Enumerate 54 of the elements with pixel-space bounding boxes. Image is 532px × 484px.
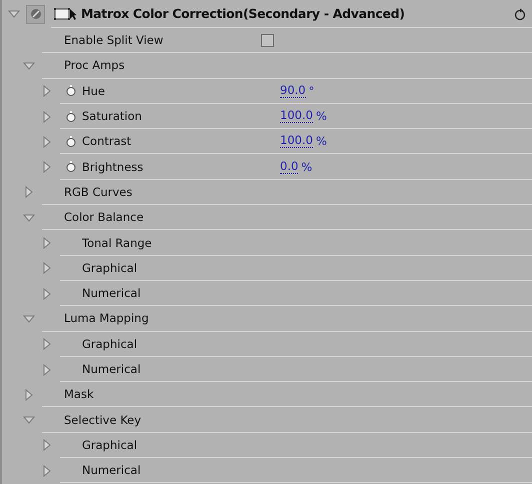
stopwatch-icon[interactable] <box>66 85 76 96</box>
expand-triangle-icon[interactable] <box>42 439 52 452</box>
expand-triangle-icon[interactable] <box>42 110 52 123</box>
unit-label: ° <box>308 84 314 98</box>
property-label: Selective Key <box>64 412 142 427</box>
property-label: Graphical <box>82 438 138 452</box>
collapse-triangle-icon[interactable] <box>23 212 35 223</box>
property-label: Enable Split View <box>64 33 164 48</box>
expand-triangle-icon[interactable] <box>42 338 52 350</box>
collapse-triangle-icon[interactable] <box>8 9 20 19</box>
expand-triangle-icon[interactable] <box>42 288 52 300</box>
property-label: Brightness <box>82 160 144 174</box>
collapse-triangle-icon[interactable] <box>23 314 35 324</box>
reset-icon[interactable] <box>513 6 527 20</box>
expand-triangle-icon[interactable] <box>42 237 52 250</box>
expand-triangle-icon[interactable] <box>42 262 52 274</box>
expand-triangle-icon[interactable] <box>24 388 34 401</box>
expand-triangle-icon[interactable] <box>42 136 52 148</box>
unit-label: % <box>316 109 327 124</box>
enable-checkbox[interactable] <box>261 34 274 47</box>
expand-triangle-icon[interactable] <box>42 85 52 98</box>
unit-label: % <box>316 134 327 148</box>
property-label: Graphical <box>82 260 138 275</box>
property-label: Saturation <box>82 109 143 124</box>
collapse-triangle-icon[interactable] <box>23 415 35 426</box>
stopwatch-icon[interactable] <box>66 161 76 172</box>
expand-triangle-icon[interactable] <box>24 186 34 198</box>
value-field[interactable]: 0.0 <box>280 160 298 174</box>
fx-toggle[interactable] <box>26 4 45 24</box>
property-label: Hue <box>82 84 106 98</box>
property-label: Mask <box>64 387 95 402</box>
unit-label: % <box>301 160 312 174</box>
collapse-triangle-icon[interactable] <box>23 60 35 71</box>
stopwatch-icon[interactable] <box>66 110 76 122</box>
value-field[interactable]: 90.0 <box>280 84 306 98</box>
property-label: Numerical <box>82 463 142 478</box>
property-label: Contrast <box>82 134 132 148</box>
fx-icon <box>30 8 42 20</box>
property-label: Color Balance <box>64 210 145 224</box>
property-label: Tonal Range <box>82 236 153 250</box>
property-label: Proc Amps <box>64 58 126 72</box>
expand-triangle-icon[interactable] <box>42 464 52 477</box>
property-label: RGB Curves <box>64 184 134 199</box>
property-label: Luma Mapping <box>64 311 150 326</box>
property-label: Numerical <box>82 362 142 376</box>
stopwatch-icon[interactable] <box>66 136 76 147</box>
value-field[interactable]: 100.0 <box>280 134 313 148</box>
expand-triangle-icon[interactable] <box>42 364 52 376</box>
property-label: Numerical <box>82 286 142 300</box>
value-field[interactable]: 100.0 <box>280 109 313 124</box>
property-label: Graphical <box>82 336 138 351</box>
expand-triangle-icon[interactable] <box>42 161 52 174</box>
effect-icon <box>53 6 77 22</box>
effect-title: Matrox Color Correction(Secondary - Advanced) <box>81 6 405 21</box>
